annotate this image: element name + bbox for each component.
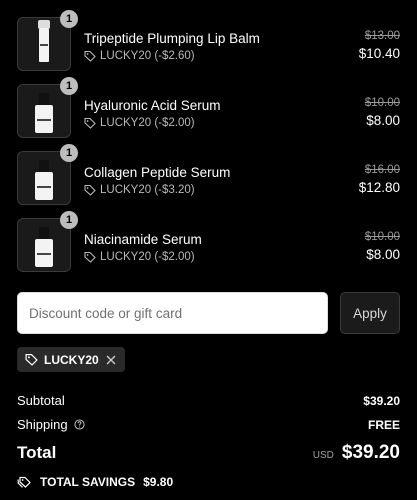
- tag-icon: [25, 354, 38, 366]
- remove-discount-button[interactable]: [105, 354, 117, 366]
- applied-discount-code: LUCKY20: [44, 352, 99, 367]
- help-circle-icon[interactable]: [74, 419, 85, 430]
- tag-icon: [84, 117, 96, 129]
- product-label-mark: [37, 119, 51, 121]
- savings-tag-icon: [17, 476, 31, 488]
- product-name: Tripeptide Plumping Lip Balm: [84, 31, 260, 46]
- currency-code: USD: [312, 450, 334, 461]
- subtotal-row: Subtotal $39.20: [17, 393, 400, 408]
- close-icon: [106, 355, 116, 364]
- final-price: $8.00: [366, 113, 400, 128]
- line-item: 1 Hyaluronic Acid Serum LUCKY20 (-$2.00)…: [17, 77, 400, 140]
- quantity-badge: 1: [60, 211, 78, 229]
- item-discount-text: LUCKY20 (-$3.20): [100, 184, 195, 196]
- tag-icon: [84, 184, 96, 196]
- item-discount: LUCKY20 (-$2.60): [84, 50, 195, 62]
- line-item: 1 Niacinamide Serum LUCKY20 (-$2.00) $10…: [17, 211, 400, 274]
- item-discount: LUCKY20 (-$2.00): [84, 117, 195, 129]
- tag-icon: [84, 50, 96, 62]
- original-price: $16.00: [364, 164, 400, 176]
- product-label-mark: [37, 253, 51, 255]
- item-discount-text: LUCKY20 (-$2.00): [100, 117, 195, 129]
- item-discount-text: LUCKY20 (-$2.60): [100, 50, 195, 62]
- original-price: $10.00: [364, 97, 400, 109]
- final-price: $10.40: [358, 46, 400, 61]
- total-row: Total USD $39.20: [17, 442, 400, 464]
- product-thumbnail: 1: [17, 10, 78, 71]
- product-name: Hyaluronic Acid Serum: [84, 98, 221, 113]
- item-discount: LUCKY20 (-$3.20): [84, 184, 195, 196]
- line-item: 1 Tripeptide Plumping Lip Balm LUCKY20 (…: [17, 10, 400, 73]
- product-name: Collagen Peptide Serum: [84, 165, 231, 180]
- product-label-mark: [37, 186, 51, 188]
- product-thumbnail: 1: [17, 144, 78, 205]
- line-item: 1 Collagen Peptide Serum LUCKY20 (-$3.20…: [17, 144, 400, 207]
- apply-discount-button[interactable]: Apply: [340, 292, 400, 334]
- total-value: $39.20: [341, 442, 400, 463]
- total-label: Total: [17, 443, 57, 462]
- tag-icon: [84, 251, 96, 263]
- applied-discount-chip: LUCKY20: [17, 347, 125, 372]
- item-discount: LUCKY20 (-$2.00): [84, 251, 195, 263]
- subtotal-value: $39.20: [363, 393, 400, 408]
- product-thumbnail: 1: [17, 77, 78, 138]
- product-thumbnail: 1: [17, 211, 78, 272]
- quantity-badge: 1: [60, 144, 78, 162]
- product-label-mark: [40, 44, 48, 46]
- shipping-label-group: Shipping: [17, 417, 85, 432]
- final-price: $12.80: [358, 180, 400, 195]
- discount-code-input[interactable]: [17, 292, 328, 334]
- savings-label: TOTAL SAVINGS: [40, 475, 136, 489]
- shipping-value: FREE: [367, 417, 400, 432]
- shipping-label: Shipping: [17, 417, 68, 432]
- subtotal-label: Subtotal: [17, 393, 65, 408]
- original-price: $10.00: [364, 231, 400, 243]
- savings-value: $9.80: [143, 475, 174, 489]
- final-price: $8.00: [366, 247, 400, 262]
- original-price: $13.00: [364, 30, 400, 42]
- quantity-badge: 1: [60, 10, 78, 28]
- quantity-badge: 1: [60, 77, 78, 95]
- item-discount-text: LUCKY20 (-$2.00): [100, 251, 195, 263]
- total-savings: TOTAL SAVINGS $9.80: [17, 475, 173, 489]
- shipping-row: Shipping FREE: [17, 417, 400, 432]
- total-amount-group: USD $39.20: [313, 442, 400, 464]
- product-name: Niacinamide Serum: [84, 232, 202, 247]
